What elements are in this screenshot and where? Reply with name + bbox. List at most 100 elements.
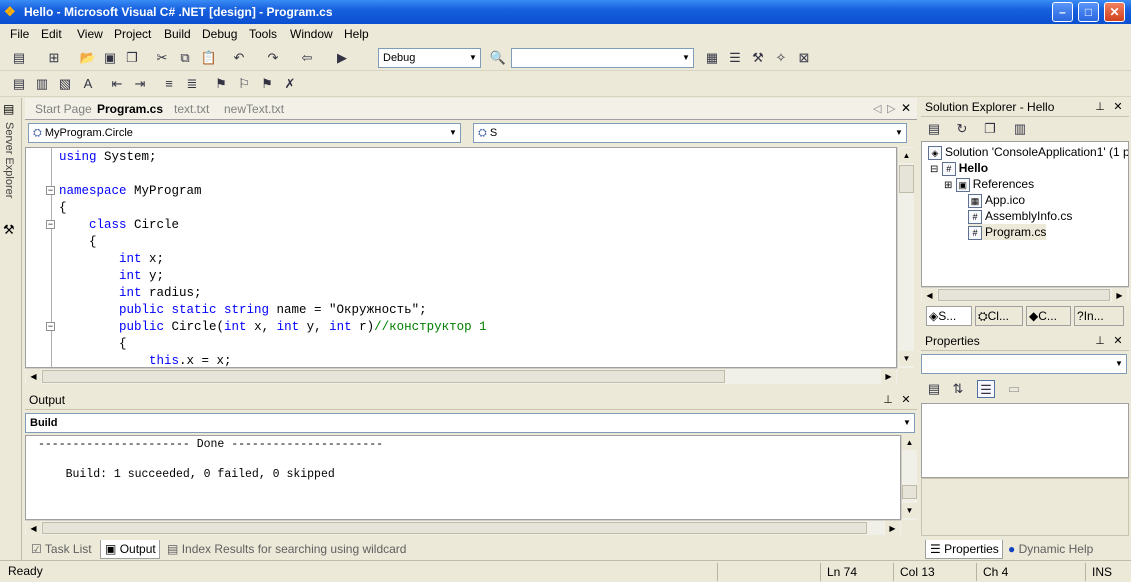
quick-info-icon[interactable]: ▧ <box>56 75 74 93</box>
open-file-icon[interactable]: 📂 <box>79 49 97 67</box>
bookmark-icon[interactable]: ⚑ <box>212 75 230 93</box>
menu-view[interactable]: View <box>77 27 103 41</box>
solution-horizontal-scrollbar[interactable]: ◀ ▶ <box>921 287 1129 303</box>
close-icon[interactable]: ✕ <box>1111 100 1125 115</box>
member-list-icon[interactable]: ▤ <box>10 75 28 93</box>
categorized-icon[interactable]: ▤ <box>925 380 943 398</box>
scroll-down-icon[interactable]: ▼ <box>902 503 917 518</box>
tab-class-view[interactable]: ⛭Cl... <box>975 306 1023 326</box>
tab-index-results[interactable]: ▤ Index Results for searching using wild… <box>167 540 449 574</box>
scroll-thumb[interactable] <box>899 165 914 193</box>
class-view-icon[interactable]: ✧ <box>772 49 790 67</box>
increase-indent-icon[interactable]: ⇥ <box>131 75 149 93</box>
properties-object-dropdown[interactable]: ▼ <box>921 354 1127 374</box>
solution-explorer-icon[interactable]: ▦ <box>703 49 721 67</box>
scroll-right-icon[interactable]: ▶ <box>881 369 896 384</box>
tab-scroll-left-icon[interactable]: ◁ <box>873 102 881 115</box>
undo-icon[interactable]: ↶ <box>230 49 248 67</box>
close-icon[interactable]: ✕ <box>1111 334 1125 349</box>
server-explorer-tab[interactable]: Server Explorer <box>3 122 15 198</box>
navigate-icon[interactable]: ⇦ <box>298 49 316 67</box>
pin-icon[interactable]: ⊥ <box>1093 100 1107 115</box>
save-icon[interactable]: ▣ <box>101 49 119 67</box>
solution-config-dropdown[interactable]: Debug ▼ <box>378 48 481 68</box>
find-in-files-icon[interactable]: 🔍 <box>489 49 507 67</box>
collapse-icon[interactable]: − <box>46 186 55 195</box>
tab-index[interactable]: ?In... <box>1074 306 1124 326</box>
output-vertical-scrollbar[interactable]: ▲ ▼ <box>901 435 917 520</box>
menu-build[interactable]: Build <box>164 27 191 41</box>
tree-program-cs[interactable]: # Program.cs <box>968 224 1047 240</box>
tab-solution-explorer[interactable]: ◈S... <box>926 306 972 326</box>
properties-view-icon[interactable]: ☰ <box>977 380 995 398</box>
new-project-icon[interactable]: ▤ <box>10 49 28 67</box>
editor-horizontal-scrollbar[interactable]: ◀ ▶ <box>25 368 897 384</box>
tab-dynamic-help[interactable]: ● Dynamic Help <box>1008 540 1108 559</box>
scroll-left-icon[interactable]: ◀ <box>26 521 41 536</box>
pin-icon[interactable]: ⊥ <box>881 393 895 408</box>
scroll-thumb[interactable] <box>42 370 725 383</box>
start-icon[interactable]: ▶ <box>333 49 351 67</box>
close-button[interactable]: ✕ <box>1104 2 1125 22</box>
properties-icon[interactable]: ☰ <box>726 49 744 67</box>
scroll-left-icon[interactable]: ◀ <box>922 288 937 303</box>
view-code-icon[interactable]: ▤ <box>925 120 943 138</box>
collapse-icon[interactable]: − <box>46 322 55 331</box>
scroll-up-icon[interactable]: ▲ <box>899 148 914 163</box>
output-horizontal-scrollbar[interactable]: ◀ ▶ <box>25 520 901 536</box>
menu-edit[interactable]: Edit <box>41 27 62 41</box>
more-windows-icon[interactable]: ⊠ <box>795 49 813 67</box>
redo-icon[interactable]: ↷ <box>264 49 282 67</box>
tree-solution[interactable]: ◈Solution 'ConsoleApplication1' (1 proje <box>928 144 1128 160</box>
alphabetical-icon[interactable]: ⇅ <box>949 380 967 398</box>
properties-grid[interactable] <box>921 403 1129 478</box>
show-all-files-icon[interactable]: ❐ <box>981 120 999 138</box>
collapse-icon[interactable]: − <box>46 220 55 229</box>
scroll-right-icon[interactable]: ▶ <box>885 521 900 536</box>
tab-newtext-txt[interactable]: newText.txt <box>224 101 284 117</box>
save-all-icon[interactable]: ❐ <box>123 49 141 67</box>
editor-vertical-scrollbar[interactable]: ▲ ▼ <box>897 147 914 368</box>
find-combo[interactable]: ▼ <box>511 48 694 68</box>
copy-icon[interactable]: ⧉ <box>176 49 194 67</box>
scroll-left-icon[interactable]: ◀ <box>26 369 41 384</box>
output-source-dropdown[interactable]: Build ▼ <box>25 413 915 433</box>
scroll-thumb[interactable] <box>938 289 1110 301</box>
pin-icon[interactable]: ⊥ <box>1093 334 1107 349</box>
refresh-icon[interactable]: ↻ <box>953 120 971 138</box>
close-icon[interactable]: ✕ <box>899 393 913 408</box>
tab-task-list[interactable]: ☑ Task List <box>31 540 97 559</box>
scroll-up-icon[interactable]: ▲ <box>902 435 917 450</box>
maximize-button[interactable]: □ <box>1078 2 1099 22</box>
class-dropdown[interactable]: ⛭ MyProgram.Circle ▼ <box>28 123 461 143</box>
tab-contents[interactable]: ◆C... <box>1026 306 1071 326</box>
previous-bookmark-icon[interactable]: ⚑ <box>258 75 276 93</box>
paste-icon[interactable]: 📋 <box>200 49 218 67</box>
scroll-thumb[interactable] <box>902 485 917 499</box>
menu-window[interactable]: Window <box>290 27 333 41</box>
comment-icon[interactable]: ≡ <box>160 75 178 93</box>
tab-start-page[interactable]: Start Page <box>35 101 92 117</box>
next-bookmark-icon[interactable]: ⚐ <box>235 75 253 93</box>
menu-debug[interactable]: Debug <box>202 27 237 41</box>
uncomment-icon[interactable]: ≣ <box>183 75 201 93</box>
member-dropdown[interactable]: ⛭ S ▼ <box>473 123 907 143</box>
property-pages-icon[interactable]: ▭ <box>1005 380 1023 398</box>
toolbox-icon[interactable]: ⚒ <box>749 49 767 67</box>
tree-assemblyinfo[interactable]: # AssemblyInfo.cs <box>968 208 1072 224</box>
parameter-info-icon[interactable]: ▥ <box>33 75 51 93</box>
server-explorer-icon[interactable]: ▤ <box>3 102 14 116</box>
minimize-button[interactable]: – <box>1052 2 1073 22</box>
tree-app-ico[interactable]: ▦ App.ico <box>968 192 1025 208</box>
add-item-icon[interactable]: ⊞ <box>45 49 63 67</box>
close-document-icon[interactable]: ✕ <box>901 101 911 115</box>
scroll-down-icon[interactable]: ▼ <box>899 351 914 366</box>
output-text[interactable]: ---------------------- Done ------------… <box>25 435 901 520</box>
menu-tools[interactable]: Tools <box>249 27 277 41</box>
scroll-thumb[interactable] <box>42 522 867 534</box>
menu-project[interactable]: Project <box>114 27 151 41</box>
cut-icon[interactable]: ✂ <box>153 49 171 67</box>
tab-program-cs[interactable]: Program.cs <box>97 101 163 117</box>
menu-file[interactable]: File <box>10 27 29 41</box>
tab-output[interactable]: ▣ Output <box>100 540 160 559</box>
